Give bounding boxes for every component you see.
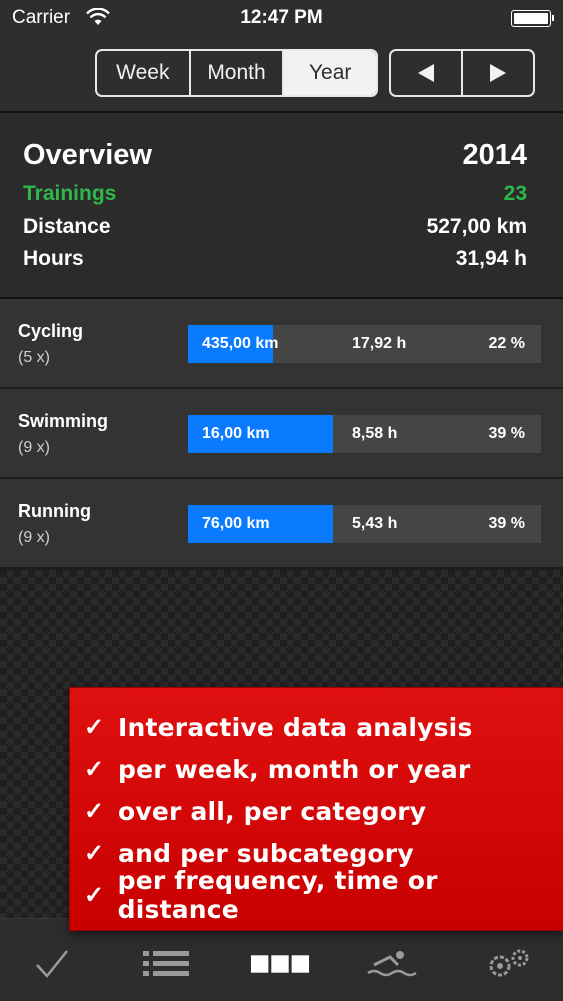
promo-item-text: per week, month or year xyxy=(118,754,471,784)
grid-icon xyxy=(250,955,310,973)
promo-item: ✓ Interactive data analysis xyxy=(70,706,563,748)
checkmark-icon xyxy=(36,950,68,978)
check-icon: ✓ xyxy=(84,797,105,825)
category-count: (9 x) xyxy=(18,439,50,456)
trainings-row: Trainings 23 xyxy=(23,182,527,212)
category-bar: 76,00 km 5,43 h 39 % xyxy=(188,505,541,543)
list-icon xyxy=(143,951,189,976)
tab-list[interactable] xyxy=(136,939,196,989)
distance-row: Distance 527,00 km xyxy=(23,215,527,245)
promo-item-text: and per subcategory xyxy=(118,838,414,868)
hours-label: Hours xyxy=(23,247,84,270)
previous-period-button[interactable] xyxy=(391,51,463,95)
category-count: (9 x) xyxy=(18,529,50,546)
category-bar: 435,00 km 17,92 h 22 % xyxy=(188,325,541,363)
category-percent: 22 % xyxy=(488,335,525,352)
segment-year[interactable]: Year xyxy=(284,51,376,95)
category-distance: 16,00 km xyxy=(202,425,270,442)
promo-item-text: per frequency, time or distance xyxy=(117,866,438,924)
category-row-swimming[interactable]: Swimming (9 x) 16,00 km 8,58 h 39 % xyxy=(0,389,563,479)
overview-panel: Overview 2014 Trainings 23 Distance 527,… xyxy=(0,113,563,299)
tab-bar xyxy=(0,918,563,1001)
hours-row: Hours 31,94 h xyxy=(23,247,527,277)
category-name: Cycling xyxy=(18,321,84,341)
trainings-label: Trainings xyxy=(23,182,117,205)
promo-item: ✓ per week, month or year xyxy=(70,748,563,790)
tab-trainings[interactable] xyxy=(22,939,82,989)
category-bar: 16,00 km 8,58 h 39 % xyxy=(188,415,541,453)
feature-promo-banner: ✓ Interactive data analysis ✓ per week, … xyxy=(70,688,563,930)
segment-month[interactable]: Month xyxy=(191,51,285,95)
tab-sports[interactable] xyxy=(362,939,422,989)
category-percent: 39 % xyxy=(488,515,525,532)
category-percent: 39 % xyxy=(488,425,525,442)
arrow-left-icon xyxy=(418,64,434,82)
battery-icon xyxy=(511,10,554,27)
category-distance: 435,00 km xyxy=(202,335,279,352)
period-navigation-control xyxy=(389,49,535,97)
promo-item-text: Interactive data analysis xyxy=(118,712,473,742)
swimmer-icon xyxy=(367,951,417,977)
distance-label: Distance xyxy=(23,215,111,238)
category-count: (5 x) xyxy=(18,349,50,366)
category-hours: 5,43 h xyxy=(352,515,398,532)
trainings-value: 23 xyxy=(503,182,527,205)
segment-week[interactable]: Week xyxy=(97,51,191,95)
category-hours: 17,92 h xyxy=(352,335,407,352)
category-distance: 76,00 km xyxy=(202,515,270,532)
clock: 12:47 PM xyxy=(240,7,323,28)
promo-item-text: over all, per category xyxy=(118,796,427,826)
distance-value: 527,00 km xyxy=(426,215,527,238)
overview-title: Overview xyxy=(23,139,152,171)
check-icon: ✓ xyxy=(84,839,105,867)
check-icon: ✓ xyxy=(84,881,105,909)
navigation-bar: Week Month Year xyxy=(0,36,563,113)
overview-year: 2014 xyxy=(462,139,527,171)
category-hours: 8,58 h xyxy=(352,425,398,442)
status-bar: Carrier 12:47 PM xyxy=(0,0,563,36)
next-period-button[interactable] xyxy=(463,51,533,95)
promo-item: ✓ over all, per category xyxy=(70,790,563,832)
hours-value: 31,94 h xyxy=(455,247,527,270)
category-name: Swimming xyxy=(18,411,109,431)
arrow-right-icon xyxy=(490,64,506,82)
category-name: Running xyxy=(18,501,91,521)
period-segmented-control: Week Month Year xyxy=(95,49,378,97)
check-icon: ✓ xyxy=(84,755,105,783)
gears-icon xyxy=(489,949,529,977)
check-icon: ✓ xyxy=(84,713,105,741)
category-row-cycling[interactable]: Cycling (5 x) 435,00 km 17,92 h 22 % xyxy=(0,299,563,389)
promo-item: ✓ per frequency, time or distance xyxy=(70,866,563,924)
category-row-running[interactable]: Running (9 x) 76,00 km 5,43 h 39 % xyxy=(0,479,563,569)
tab-statistics[interactable] xyxy=(250,939,310,989)
tab-settings[interactable] xyxy=(478,939,538,989)
